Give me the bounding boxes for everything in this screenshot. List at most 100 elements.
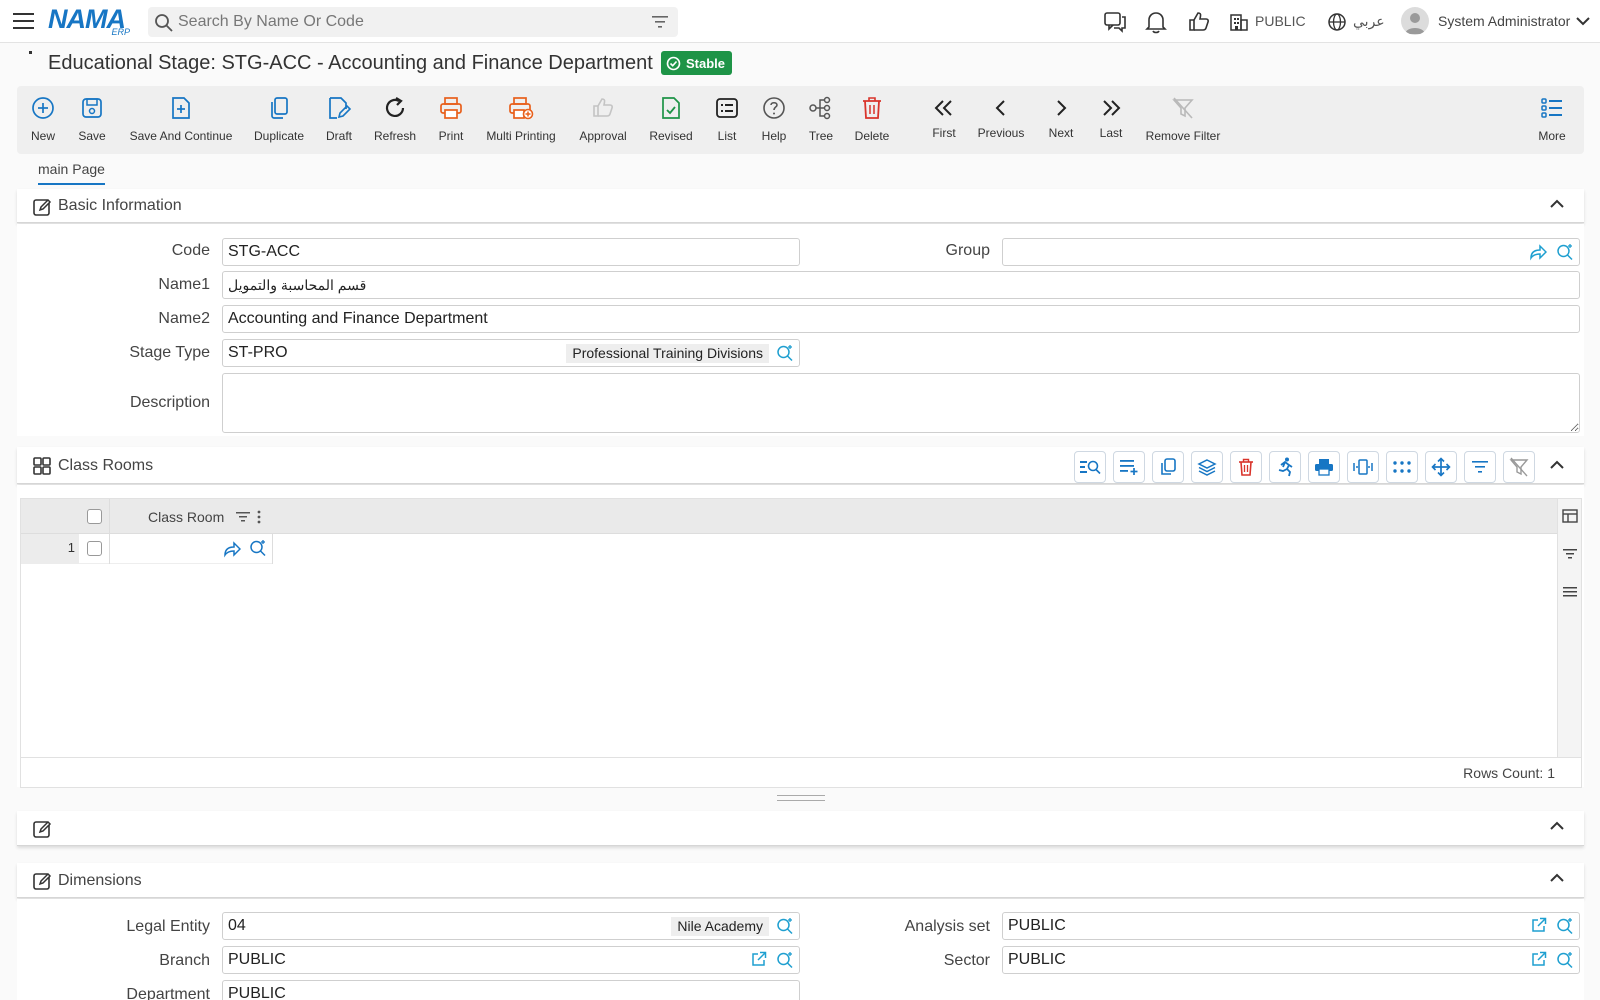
share-icon[interactable] (1529, 243, 1547, 261)
external-link-icon[interactable] (1531, 917, 1547, 933)
menu-icon[interactable] (13, 11, 35, 31)
grid-fit-button[interactable] (1347, 451, 1379, 483)
tree-button[interactable]: Tree (806, 86, 836, 154)
duplicate-button[interactable]: Duplicate (253, 86, 305, 154)
form-print-icon (1315, 459, 1333, 476)
grid-delete-button[interactable] (1230, 451, 1262, 483)
filter-icon[interactable] (1563, 548, 1577, 560)
name2-label: Name2 (158, 310, 210, 327)
building-icon[interactable] (1229, 12, 1249, 32)
lookup-search-icon[interactable] (776, 344, 794, 362)
edit-icon (32, 819, 52, 839)
remove-filter-button[interactable]: Remove Filter (1145, 86, 1221, 154)
grid-remove-filter-button[interactable] (1503, 451, 1535, 483)
revised-label: Revised (649, 129, 693, 143)
row-checkbox[interactable] (87, 541, 102, 556)
search-filter-icon[interactable] (652, 15, 668, 29)
lookup-search-icon[interactable] (1556, 243, 1574, 261)
group-field[interactable] (1002, 238, 1580, 266)
basic-information-header[interactable]: Basic Information (17, 189, 1584, 223)
dots-grid-icon (1393, 461, 1411, 473)
nama-logo[interactable]: NAMA ERP (48, 5, 132, 37)
column-menu-icon[interactable] (257, 510, 261, 524)
refresh-button[interactable]: Refresh (374, 86, 416, 154)
share-icon[interactable] (223, 540, 241, 558)
description-field[interactable] (222, 373, 1580, 433)
class-room-column-header[interactable]: Class Room (148, 509, 224, 525)
menu-lines-icon[interactable] (1563, 586, 1577, 598)
chevron-up-icon[interactable] (1550, 199, 1564, 209)
lookup-search-icon[interactable] (249, 539, 267, 557)
grid-filter-button[interactable] (1464, 451, 1496, 483)
legal-entity-field[interactable]: 04 Nile Academy (222, 912, 800, 940)
columns-icon[interactable] (1562, 508, 1578, 524)
help-button[interactable]: Help (759, 86, 789, 154)
resize-handle[interactable] (777, 795, 825, 801)
next-button[interactable]: Next (1046, 86, 1076, 154)
external-link-icon[interactable] (751, 951, 767, 967)
grid-copy-button[interactable] (1152, 451, 1184, 483)
column-filter-icon[interactable] (236, 511, 250, 523)
chevron-up-icon[interactable] (1550, 873, 1564, 883)
external-link-icon[interactable] (1531, 951, 1547, 967)
grid-dots-button[interactable] (1386, 451, 1418, 483)
list-button[interactable]: List (714, 86, 740, 154)
grid-move-button[interactable] (1425, 451, 1457, 483)
bell-icon[interactable] (1145, 10, 1167, 34)
grid-print-button[interactable] (1308, 451, 1340, 483)
globe-icon[interactable] (1327, 12, 1347, 32)
lookup-search-icon[interactable] (1556, 917, 1574, 935)
grid-add-rows-button[interactable] (1113, 451, 1145, 483)
lookup-search-icon[interactable] (776, 917, 794, 935)
grid-layers-button[interactable] (1191, 451, 1223, 483)
delete-button[interactable]: Delete (854, 86, 890, 154)
select-all-checkbox[interactable] (87, 509, 102, 524)
first-button[interactable]: First (929, 86, 959, 154)
grid-search-button[interactable] (1074, 451, 1106, 483)
new-button[interactable]: New (29, 86, 57, 154)
analysis-set-value: PUBLIC (1008, 917, 1066, 934)
name2-field[interactable]: Accounting and Finance Department (222, 305, 1580, 333)
thumbs-up-icon[interactable] (1187, 10, 1211, 34)
untitled-section-header[interactable] (17, 811, 1584, 846)
save-icon (80, 96, 104, 120)
avatar[interactable] (1401, 7, 1429, 35)
save-button[interactable]: Save (77, 86, 107, 154)
draft-button[interactable]: Draft (323, 86, 355, 154)
approval-button[interactable]: Approval (578, 86, 628, 154)
title-marker (29, 51, 32, 54)
chat-icon[interactable] (1103, 10, 1127, 34)
company-selector[interactable]: PUBLIC (1255, 13, 1306, 29)
lookup-search-icon[interactable] (776, 951, 794, 969)
code-field[interactable]: STG-ACC (222, 238, 800, 266)
chevron-up-icon[interactable] (1550, 821, 1564, 831)
analysis-set-label: Analysis set (904, 918, 990, 935)
branch-field[interactable]: PUBLIC (222, 946, 800, 974)
more-button[interactable]: More (1537, 86, 1567, 154)
previous-button[interactable]: Previous (976, 86, 1026, 154)
chevron-down-icon[interactable] (1576, 16, 1590, 26)
stage-type-field[interactable]: ST-PRO Professional Training Divisions (222, 339, 800, 367)
user-name[interactable]: System Administrator (1438, 13, 1570, 29)
stage-type-value: ST-PRO (228, 344, 288, 361)
sector-field[interactable]: PUBLIC (1002, 946, 1580, 974)
last-button[interactable]: Last (1096, 86, 1126, 154)
revised-button[interactable]: Revised (648, 86, 694, 154)
print-button[interactable]: Print (436, 86, 466, 154)
save-and-continue-button[interactable]: Save And Continue (130, 86, 232, 154)
grid-run-button[interactable] (1269, 451, 1301, 483)
department-field[interactable]: PUBLIC (222, 980, 800, 1000)
name1-field[interactable]: قسم المحاسبة والتمويل (222, 271, 1580, 299)
tab-main-page[interactable]: main Page (38, 161, 105, 185)
legal-entity-value: 04 (228, 917, 246, 934)
table-row[interactable]: 1 (21, 534, 273, 564)
printer-icon (439, 96, 463, 120)
multi-printing-button[interactable]: Multi Printing (486, 86, 556, 154)
search-input[interactable] (178, 7, 628, 37)
lookup-search-icon[interactable] (1556, 951, 1574, 969)
dimensions-header[interactable]: Dimensions (17, 863, 1584, 898)
language-selector[interactable]: عربي (1353, 13, 1385, 30)
chevron-up-icon[interactable] (1550, 460, 1564, 470)
analysis-set-field[interactable]: PUBLIC (1002, 912, 1580, 940)
first-label: First (932, 126, 956, 140)
